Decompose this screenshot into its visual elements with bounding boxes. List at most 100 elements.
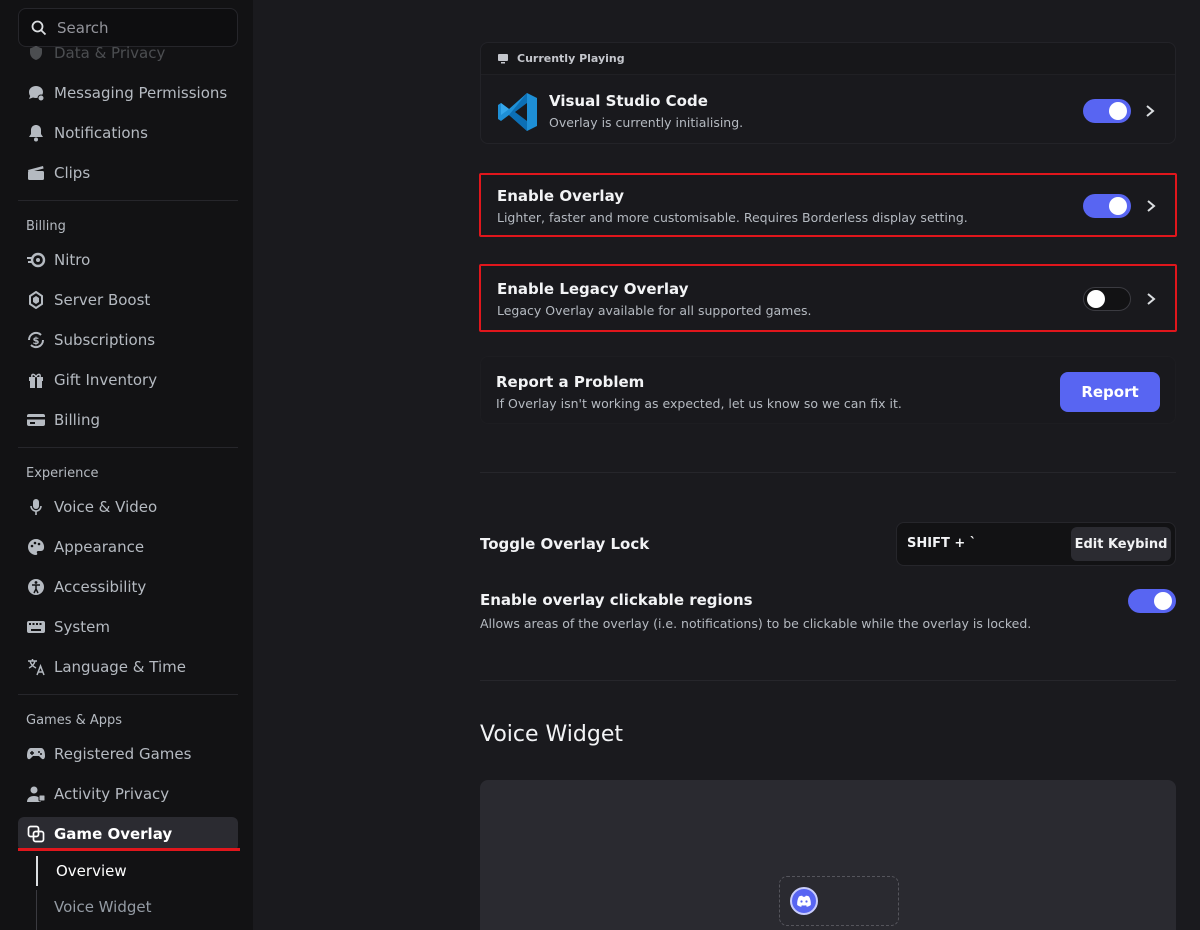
sidebar-item-label: Appearance (54, 538, 145, 556)
messaging-permissions-icon (26, 83, 46, 103)
voice-widget-draggable[interactable] (779, 876, 899, 926)
palette-icon (26, 537, 46, 557)
report-button[interactable]: Report (1060, 372, 1160, 412)
legacy-overlay-desc: Legacy Overlay available for all support… (497, 303, 812, 318)
sidebar-item-label: Voice & Video (54, 498, 158, 516)
sidebar-item-label: Billing (54, 411, 100, 429)
sidebar-item-server-boost[interactable]: Server Boost (18, 283, 238, 317)
sidebar-item-label: Registered Games (54, 745, 192, 763)
clickable-regions-title: Enable overlay clickable regions (480, 591, 753, 609)
chevron-right-icon[interactable] (1145, 292, 1157, 306)
sidebar-item-label: Nitro (54, 251, 91, 269)
active-item-underline (18, 848, 240, 851)
legacy-overlay-toggle[interactable] (1083, 287, 1131, 311)
sidebar-divider (18, 694, 238, 695)
clapperboard-icon (26, 163, 46, 183)
currently-playing-header: Currently Playing (481, 43, 1175, 75)
monitor-icon (498, 53, 508, 63)
legacy-overlay-row: Enable Legacy Overlay Legacy Overlay ava… (479, 264, 1177, 332)
translate-icon (26, 657, 46, 677)
sidebar-item-label: Messaging Permissions (54, 84, 228, 102)
sidebar-item-activity-privacy[interactable]: Activity Privacy (18, 777, 238, 811)
sidebar-item-messaging-permissions[interactable]: Messaging Permissions (18, 76, 238, 110)
nitro-icon (26, 250, 46, 270)
legacy-overlay-info: Enable Legacy Overlay Legacy Overlay ava… (497, 280, 812, 318)
gamepad-icon (26, 744, 46, 764)
keybind-field[interactable]: SHIFT + ` Edit Keybind (896, 522, 1176, 566)
app-status: Overlay is currently initialising. (549, 115, 744, 130)
clickable-regions-toggle[interactable] (1128, 589, 1176, 613)
sidebar-divider (18, 200, 238, 201)
sidebar-item-system[interactable]: System (18, 610, 238, 644)
sidebar-item-game-overlay[interactable]: Game Overlay (18, 817, 238, 851)
section-divider (480, 472, 1176, 473)
gift-icon (26, 370, 46, 390)
edit-keybind-button[interactable]: Edit Keybind (1071, 527, 1171, 561)
activity-privacy-icon (26, 784, 46, 804)
sidebar-item-label: Data & Privacy (54, 44, 166, 62)
sidebar-item-language-time[interactable]: Language & Time (18, 650, 238, 684)
sidebar-item-gift-inventory[interactable]: Gift Inventory (18, 363, 238, 397)
legacy-overlay-title: Enable Legacy Overlay (497, 280, 689, 298)
sidebar-item-appearance[interactable]: Appearance (18, 530, 238, 564)
chevron-right-icon[interactable] (1144, 104, 1156, 118)
currently-playing-card: Currently Playing Visual Studio Code Ove… (480, 42, 1176, 144)
sidebar-item-accessibility[interactable]: Accessibility (18, 570, 238, 604)
sidebar-item-notifications[interactable]: Notifications (18, 116, 238, 150)
sidebar-item-nitro[interactable]: Nitro (18, 243, 238, 277)
microphone-icon (26, 497, 46, 517)
voice-widget-heading: Voice Widget (480, 722, 624, 747)
section-label-games-apps: Games & Apps (26, 713, 123, 728)
bell-icon (26, 123, 46, 143)
currently-playing-toggle[interactable] (1083, 99, 1131, 123)
section-label-billing: Billing (26, 219, 66, 234)
sidebar-item-voice-video[interactable]: Voice & Video (18, 490, 238, 524)
sidebar-item-label: Subscriptions (54, 331, 156, 349)
sidebar-item-label: Game Overlay (54, 825, 173, 843)
discord-avatar-icon (790, 887, 818, 915)
enable-overlay-info: Enable Overlay Lighter, faster and more … (497, 187, 968, 225)
sidebar-item-label: Language & Time (54, 658, 186, 676)
report-desc: If Overlay isn't working as expected, le… (496, 396, 902, 411)
sidebar-item-label: Server Boost (54, 291, 151, 309)
voice-widget-preview (480, 780, 1176, 930)
sidebar-item-label: Accessibility (54, 578, 147, 596)
sidebar-subitem-voice-widget[interactable]: Voice Widget (36, 892, 236, 922)
vscode-logo-icon (498, 93, 537, 131)
sidebar-subitem-overview[interactable]: Overview (36, 856, 236, 886)
sidebar-item-subscriptions[interactable]: $ Subscriptions (18, 323, 238, 357)
boost-gem-icon (26, 290, 46, 310)
subscriptions-icon: $ (26, 330, 46, 350)
clickable-regions-info: Enable overlay clickable regions Allows … (480, 591, 1031, 631)
sidebar-item-billing[interactable]: Billing (18, 403, 238, 437)
clickable-regions-desc: Allows areas of the overlay (i.e. notifi… (480, 616, 1032, 631)
report-title: Report a Problem (496, 373, 645, 391)
sidebar-item-label: Activity Privacy (54, 785, 170, 803)
sidebar-item-data-privacy[interactable]: Data & Privacy (18, 38, 238, 68)
enable-overlay-row: Enable Overlay Lighter, faster and more … (479, 173, 1177, 237)
currently-playing-label: Currently Playing (517, 52, 625, 65)
sidebar-item-label: Clips (54, 164, 91, 182)
sidebar-item-label: System (54, 618, 110, 636)
overlay-lock-title: Toggle Overlay Lock (480, 535, 650, 553)
sidebar-divider (18, 447, 238, 448)
settings-sidebar: Search Data & Privacy Messaging Permissi… (0, 0, 253, 930)
app-name: Visual Studio Code (549, 92, 708, 110)
app-info: Visual Studio Code Overlay is currently … (549, 92, 743, 130)
search-placeholder: Search (57, 18, 109, 37)
report-info: Report a Problem If Overlay isn't workin… (496, 373, 902, 411)
search-icon (31, 20, 47, 35)
sidebar-item-clips[interactable]: Clips (18, 156, 238, 190)
chevron-right-icon[interactable] (1145, 199, 1157, 213)
sidebar-item-label: Gift Inventory (54, 371, 158, 389)
sidebar-item-registered-games[interactable]: Registered Games (18, 737, 238, 771)
keybind-value: SHIFT + ` (907, 536, 977, 551)
enable-overlay-desc: Lighter, faster and more customisable. R… (497, 210, 968, 225)
keyboard-icon (26, 617, 46, 637)
overlay-icon (26, 824, 46, 844)
accessibility-icon (26, 577, 46, 597)
sidebar-item-label: Notifications (54, 124, 148, 142)
credit-card-icon (26, 410, 46, 430)
shield-icon (26, 43, 46, 63)
enable-overlay-toggle[interactable] (1083, 194, 1131, 218)
